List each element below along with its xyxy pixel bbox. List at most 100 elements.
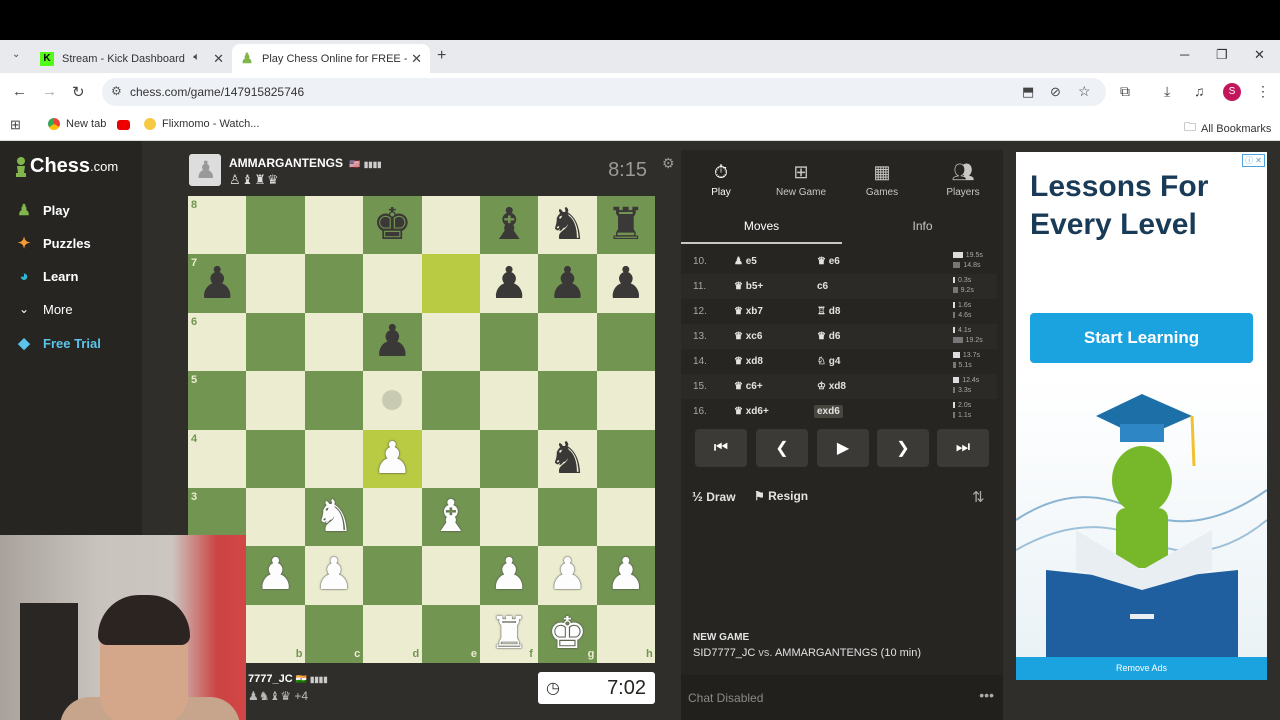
black-knight-g8[interactable]: ♞ — [538, 196, 596, 254]
play-moves-button[interactable]: ▶ — [817, 429, 869, 467]
white-move[interactable]: ♛ c6+ — [734, 381, 763, 392]
black-pawn-h7[interactable]: ♟ — [597, 254, 655, 312]
black-king-d8[interactable]: ♚ — [363, 196, 421, 254]
square-c8[interactable] — [304, 196, 364, 255]
square-d7[interactable] — [363, 254, 422, 313]
start-learning-button[interactable]: Start Learning — [1030, 313, 1253, 363]
white-pawn-d4[interactable]: ♟ — [363, 430, 421, 488]
black-pawn-d6[interactable]: ♟ — [363, 313, 421, 371]
tab-games[interactable]: ▦ Games — [842, 162, 922, 198]
apps-grid-icon[interactable]: ⊞ — [10, 117, 21, 133]
sidebar-item-more[interactable]: ⌄ More — [14, 299, 73, 319]
white-pawn-c2[interactable]: ♟ — [305, 546, 363, 604]
ng-player2[interactable]: AMMARGANTENGS — [775, 647, 878, 659]
black-pawn-g7[interactable]: ♟ — [538, 254, 596, 312]
opponent-name[interactable]: AMMARGANTENGS 🇺🇸 ▮▮▮▮ — [229, 156, 382, 170]
tab-new-game[interactable]: ⊞ New Game — [761, 162, 841, 198]
square-d2[interactable] — [363, 546, 422, 605]
bookmark-flixmomo[interactable]: Flixmomo - Watch... — [144, 118, 259, 130]
black-move[interactable]: ♖ d8 — [817, 306, 840, 317]
black-rook-h8[interactable]: ♜ — [597, 196, 655, 254]
player-name[interactable]: 7777_JC 🇮🇳 ▮▮▮▮ — [248, 673, 328, 685]
profile-avatar[interactable]: S — [1223, 83, 1241, 101]
square-b6[interactable] — [246, 312, 305, 372]
square-h3[interactable] — [596, 487, 655, 547]
black-knight-g4[interactable]: ♞ — [538, 430, 596, 488]
square-c4[interactable] — [304, 429, 364, 488]
more-options-icon[interactable]: ••• — [979, 687, 994, 703]
white-move[interactable]: ♛ xd8 — [734, 356, 763, 367]
bookmark-new-tab[interactable]: New tab — [48, 118, 106, 130]
sidebar-item-play[interactable]: ♟ Play — [14, 200, 69, 220]
tab-moves[interactable]: Moves — [681, 219, 842, 233]
square-f4[interactable] — [479, 429, 539, 488]
tab-players[interactable]: 👥︎ Players — [923, 162, 1003, 198]
white-pawn-g2[interactable]: ♟ — [538, 546, 596, 604]
square-g5[interactable] — [538, 371, 597, 430]
prev-move-button[interactable]: ❮ — [756, 429, 808, 467]
white-move[interactable]: ♟ e5 — [734, 256, 757, 267]
square-e5[interactable] — [421, 371, 480, 430]
white-pawn-f2[interactable]: ♟ — [480, 546, 538, 604]
url-field[interactable]: ⚙ chess.com/game/147915825746 ⬒ ⊘ ☆ — [102, 78, 1106, 106]
black-move[interactable]: ♛ e6 — [817, 256, 840, 267]
draw-button[interactable]: ½ Draw — [692, 489, 736, 504]
minimize-icon[interactable]: ─ — [1180, 47, 1189, 62]
all-bookmarks[interactable]: 🗀 All Bookmarks — [1184, 118, 1271, 139]
reload-icon[interactable]: ↻ — [72, 83, 85, 101]
square-d3[interactable] — [363, 487, 422, 547]
tab-kick-dashboard[interactable]: K Stream - Kick Dashboard 🔈︎ ✕ — [32, 44, 232, 73]
black-move[interactable]: c6 — [817, 281, 828, 292]
white-bishop-e3[interactable]: ♝ — [422, 488, 480, 546]
menu-icon[interactable]: ⋮ — [1256, 83, 1270, 100]
square-f6[interactable] — [479, 312, 539, 372]
square-c7[interactable] — [304, 254, 364, 313]
square-c5[interactable] — [304, 371, 364, 430]
black-bishop-f8[interactable]: ♝ — [480, 196, 538, 254]
square-b7[interactable] — [246, 254, 305, 313]
close-window-icon[interactable]: ✕ — [1254, 47, 1265, 63]
ad-banner[interactable]: ⓘ ✕ Lessons For Every Level Start Learni… — [1016, 152, 1267, 680]
ng-player1[interactable]: SID7777_JC — [693, 647, 755, 659]
square-c6[interactable] — [304, 312, 364, 372]
chess-board[interactable]: ♚ ♝ ♞ ♜ ♟ ♟ ♟ ♟ ♟ ♟ ♞ ♞ ♝ ♟ ♟ ♟ ♟ ♟ ♜ ♚ 8 7 6 5 4 3 b c d e f g h — [188, 196, 655, 663]
extensions-icon[interactable]: ⧉ — [1120, 83, 1130, 100]
black-move[interactable]: ♘ g4 — [817, 356, 840, 367]
white-pawn-h2[interactable]: ♟ — [597, 546, 655, 604]
first-move-button[interactable]: ⏮ — [695, 429, 747, 467]
media-icon[interactable]: ♫ — [1194, 83, 1205, 99]
opponent-avatar[interactable]: ♟ — [189, 154, 221, 186]
square-h6[interactable] — [596, 312, 655, 372]
sidebar-item-puzzles[interactable]: ✦ Puzzles — [14, 233, 91, 253]
square-h5[interactable] — [596, 371, 655, 430]
last-move-button[interactable]: ⏭ — [937, 429, 989, 467]
square-e4[interactable] — [421, 429, 480, 488]
tab-play[interactable]: ⏱ Play — [681, 162, 761, 198]
black-move[interactable]: ♛ d6 — [817, 331, 840, 342]
download-icon[interactable]: ⤓ — [1164, 83, 1170, 100]
square-f5[interactable] — [479, 371, 539, 430]
white-knight-c3[interactable]: ♞ — [305, 488, 363, 546]
square-b8[interactable] — [246, 196, 305, 255]
tab-info[interactable]: Info — [842, 219, 1003, 233]
next-move-button[interactable]: ❯ — [877, 429, 929, 467]
maximize-icon[interactable]: ❐ — [1216, 47, 1228, 63]
forward-icon[interactable]: → — [42, 83, 57, 100]
square-f3[interactable] — [479, 487, 539, 547]
back-icon[interactable]: ← — [12, 83, 27, 100]
close-tab-icon[interactable]: ✕ — [213, 51, 224, 67]
white-pawn-b2[interactable]: ♟ — [246, 546, 304, 604]
bookmark-star-icon[interactable]: ☆ — [1078, 83, 1091, 100]
settings-gear-icon[interactable]: ⚙ — [662, 155, 675, 172]
square-e8[interactable] — [421, 196, 480, 255]
square-h4[interactable] — [596, 429, 655, 488]
eye-off-icon[interactable]: ⊘ — [1050, 84, 1061, 100]
square-g6[interactable] — [538, 312, 597, 372]
youtube-icon[interactable] — [117, 120, 130, 130]
chess-logo[interactable]: Chess .com — [14, 155, 118, 178]
sidebar-item-free-trial[interactable]: ◆ Free Trial — [14, 333, 101, 353]
square-b4[interactable] — [246, 429, 305, 488]
white-move[interactable]: ♛ xb7 — [734, 306, 763, 317]
sidebar-item-learn[interactable]: ◕ Learn — [14, 266, 78, 286]
square-e7[interactable] — [421, 254, 480, 313]
